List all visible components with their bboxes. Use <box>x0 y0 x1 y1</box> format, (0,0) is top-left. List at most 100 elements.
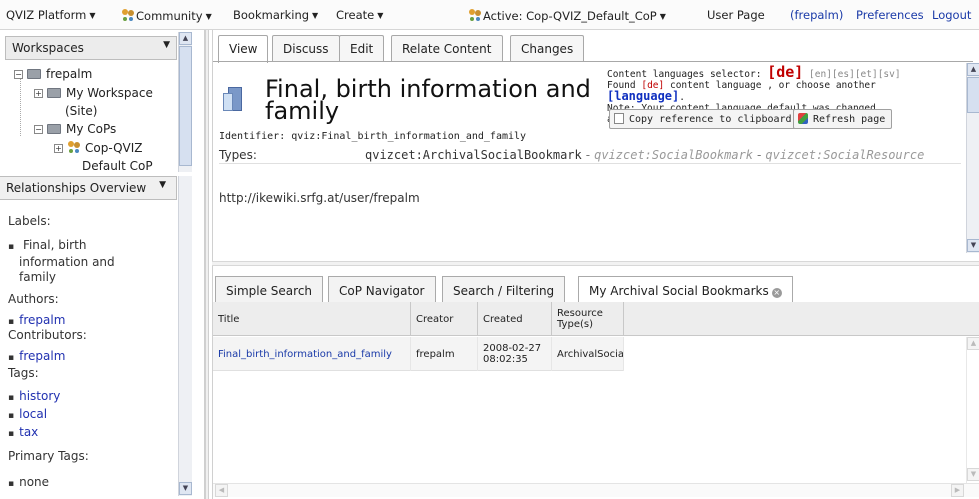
tree-node-frepalm[interactable]: − frepalm <box>14 67 92 81</box>
resource-identifier: Identifier: qviz:Final_birth_information… <box>219 131 527 142</box>
row-creator: frepalm <box>411 337 478 371</box>
chevron-down-icon: ▼ <box>205 12 212 21</box>
lang-option-selected[interactable]: [de] <box>767 63 803 81</box>
chevron-down-icon: ▼ <box>312 11 319 20</box>
column-header-title[interactable]: Title <box>213 302 411 336</box>
choose-language-link[interactable]: [language] <box>607 89 679 103</box>
tree-node-my-workspace[interactable]: + My Workspace <box>34 86 153 100</box>
content-scrollbar[interactable]: ▲ ▼ <box>966 63 979 253</box>
tab-discuss[interactable]: Discuss <box>272 35 340 61</box>
logout-link[interactable]: Logout <box>932 9 971 22</box>
user-page-label: User Page <box>707 8 765 22</box>
tab-my-archival-social-bookmarks[interactable]: My Archival Social Bookmarks × <box>578 276 793 304</box>
contributors-title: Contributors: <box>8 328 87 342</box>
lang-option[interactable]: [et] <box>855 69 878 80</box>
primary-tag-item: none <box>8 475 178 492</box>
tab-relate-content[interactable]: Relate Content <box>391 35 503 61</box>
scroll-up-icon[interactable]: ▲ <box>967 63 979 76</box>
user-url: http://ikewiki.srfg.at/user/frepalm <box>219 191 420 205</box>
tab-simple-search[interactable]: Simple Search <box>215 276 324 302</box>
copy-reference-button[interactable]: Copy reference to clipboard <box>609 109 799 129</box>
tab-search-filtering[interactable]: Search / Filtering <box>442 276 566 302</box>
tab-changes[interactable]: Changes <box>510 35 585 61</box>
types-list: qvizcet:ArchivalSocialBookmark - qvizcet:S… <box>365 148 925 162</box>
tab-divider <box>213 61 973 62</box>
page-icon <box>221 87 243 113</box>
folder-icon <box>47 124 61 134</box>
tree-node-cop-default: Default CoP <box>82 159 153 173</box>
menu-create[interactable]: Create ▼ <box>336 9 383 22</box>
collapse-icon[interactable]: − <box>14 70 23 79</box>
menu-platform[interactable]: QVIZ Platform ▼ <box>6 9 96 22</box>
relationships-panel-header[interactable]: Relationships Overview ▼ <box>0 176 177 200</box>
tag-item[interactable]: local <box>8 407 178 424</box>
tree-node-my-cops[interactable]: − My CoPs <box>34 122 116 136</box>
tags-title: Tags: <box>8 366 39 380</box>
divider <box>219 163 961 164</box>
top-menubar: QVIZ Platform ▼ Community ▼ Bookmarking ▼ C… <box>0 0 979 30</box>
contributor-item[interactable]: frepalm <box>8 349 178 366</box>
label-item: Final, birth information and family <box>8 238 178 285</box>
lang-option[interactable]: [en] <box>809 69 832 80</box>
expand-icon[interactable]: + <box>54 144 63 153</box>
tab-edit[interactable]: Edit <box>339 35 385 61</box>
lang-option[interactable]: [es] <box>832 69 855 80</box>
column-header-resource-type[interactable]: Resource Type(s) <box>552 302 624 336</box>
folder-icon <box>27 69 41 79</box>
scroll-up-icon[interactable]: ▲ <box>967 337 979 350</box>
workspaces-panel-header[interactable]: Workspaces ▼ <box>5 36 177 60</box>
chevron-down-icon: ▼ <box>377 11 384 20</box>
refresh-icon <box>798 113 808 124</box>
grid-horizontal-scrollbar[interactable]: ◀ ▶ <box>213 483 979 497</box>
column-header-creator[interactable]: Creator <box>411 302 478 336</box>
column-header-created[interactable]: Created <box>478 302 552 336</box>
authors-title: Authors: <box>8 292 59 306</box>
scroll-down-icon[interactable]: ▼ <box>179 482 192 495</box>
row-resource-type: ArchivalSocia <box>552 337 624 371</box>
primary-tags-title: Primary Tags: <box>8 449 89 463</box>
labels-title: Labels: <box>8 214 51 228</box>
scroll-up-icon[interactable]: ▲ <box>179 32 192 45</box>
vertical-splitter[interactable] <box>205 30 209 499</box>
tree-node-cop-qviz[interactable]: + Cop-QVIZ <box>54 141 143 155</box>
chevron-down-icon: ▼ <box>659 12 666 21</box>
workspaces-scrollbar[interactable]: ▲ <box>178 32 192 172</box>
community-icon <box>67 141 81 153</box>
tag-item[interactable]: history <box>8 389 178 406</box>
tree-connector <box>20 76 21 136</box>
page-title: Final, birth information and family <box>265 75 591 125</box>
scroll-thumb[interactable] <box>967 77 979 113</box>
grid-vertical-scrollbar[interactable]: ▲ ▼ <box>966 337 979 483</box>
menu-community[interactable]: Community ▼ <box>121 9 212 23</box>
scroll-left-icon[interactable]: ◀ <box>215 484 228 497</box>
refresh-page-button[interactable]: Refresh page <box>793 109 893 129</box>
clipboard-icon <box>614 113 624 124</box>
tree-node-my-workspace-site: (Site) <box>65 104 98 118</box>
relationships-scrollbar[interactable]: ▼ <box>178 176 192 496</box>
tab-cop-navigator[interactable]: CoP Navigator <box>328 276 436 302</box>
tag-item[interactable]: tax <box>8 425 178 442</box>
scroll-down-icon[interactable]: ▼ <box>967 468 979 481</box>
row-created: 2008-02-27 08:02:35 <box>478 337 552 371</box>
tab-view[interactable]: View <box>218 35 269 63</box>
menu-bookmarking[interactable]: Bookmarking ▼ <box>233 9 318 22</box>
left-sidebar: Workspaces ▼ − frepalm + My Workspace (Sit… <box>0 30 205 499</box>
menu-active-cop[interactable]: Active: Cop-QVIZ_Default_CoP ▼ <box>468 9 666 23</box>
close-icon[interactable]: × <box>771 288 782 298</box>
community-icon <box>468 9 482 21</box>
scroll-down-icon[interactable]: ▼ <box>967 239 979 252</box>
user-name-link[interactable]: (frepalm) <box>790 9 843 22</box>
preferences-link[interactable]: Preferences <box>856 9 924 22</box>
scroll-right-icon[interactable]: ▶ <box>951 484 964 497</box>
chevron-down-icon: ▼ <box>163 40 170 50</box>
types-label: Types: <box>219 148 257 162</box>
row-title-link[interactable]: Final_birth_information_and_family <box>213 337 411 371</box>
collapse-icon[interactable]: − <box>34 125 43 134</box>
folder-icon <box>47 88 61 98</box>
expand-icon[interactable]: + <box>34 89 43 98</box>
lang-option[interactable]: [sv] <box>878 69 901 80</box>
scroll-thumb[interactable] <box>179 46 192 166</box>
chevron-down-icon: ▼ <box>159 180 166 190</box>
chevron-down-icon: ▼ <box>89 11 96 20</box>
community-icon <box>121 9 135 21</box>
